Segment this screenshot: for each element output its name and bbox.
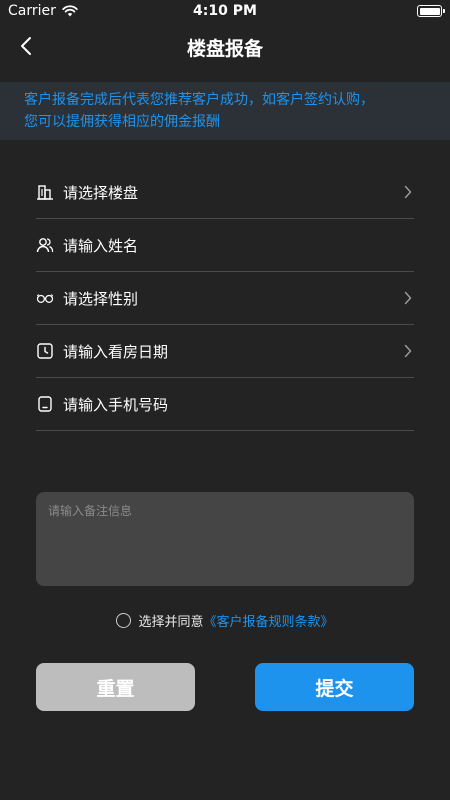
- status-right: [417, 5, 445, 17]
- agree-text: 选择并同意: [138, 615, 204, 630]
- submit-button[interactable]: 提交: [255, 663, 414, 711]
- name-input-row[interactable]: 请输入姓名: [36, 219, 414, 272]
- status-bar: Carrier 4:10 PM: [0, 0, 450, 24]
- notice-line-1: 客户报备完成后代表您推荐客户成功，如客户签约认购，: [24, 92, 374, 108]
- chevron-right-icon: [404, 185, 412, 199]
- agree-radio[interactable]: [116, 613, 132, 628]
- phone-icon: [36, 395, 54, 413]
- viewing-date-row[interactable]: 请输入看房日期: [36, 325, 414, 378]
- select-gender-row[interactable]: 请选择性别: [36, 272, 414, 325]
- phone-input-row[interactable]: 请输入手机号码: [36, 378, 414, 431]
- building-icon: [36, 183, 54, 201]
- terms-link[interactable]: 《客户报备规则条款》: [204, 611, 334, 630]
- notice-line-2: 您可以提佣获得相应的佣金报酬: [24, 114, 220, 130]
- name-input-label: 请输入姓名: [63, 236, 139, 255]
- clock-icon: [36, 342, 54, 360]
- nav-bar: 楼盘报备: [0, 24, 450, 68]
- reset-button[interactable]: 重置: [36, 663, 195, 711]
- chevron-right-icon: [404, 344, 412, 358]
- phone-input-label: 请输入手机号码: [63, 395, 169, 414]
- people-icon: [36, 236, 54, 254]
- select-building-row[interactable]: 请选择楼盘: [36, 166, 414, 219]
- select-building-label: 请选择楼盘: [63, 183, 139, 202]
- gender-icon: [36, 289, 54, 307]
- notice-banner: 客户报备完成后代表您推荐客户成功，如客户签约认购， 您可以提佣获得相应的佣金报酬: [0, 82, 450, 140]
- battery-icon: [417, 5, 445, 17]
- chevron-right-icon: [404, 291, 412, 305]
- page-title: 楼盘报备: [186, 38, 263, 60]
- report-form: 请选择楼盘 请输入姓名 请选择性别 请输入看房日期 请输入手机号码: [36, 166, 414, 431]
- status-time: 4:10 PM: [193, 3, 257, 19]
- remark-textarea[interactable]: [36, 492, 414, 586]
- select-gender-label: 请选择性别: [63, 289, 139, 308]
- agreement-row: 选择并同意 《客户报备规则条款》: [0, 611, 450, 630]
- viewing-date-label: 请输入看房日期: [63, 342, 169, 361]
